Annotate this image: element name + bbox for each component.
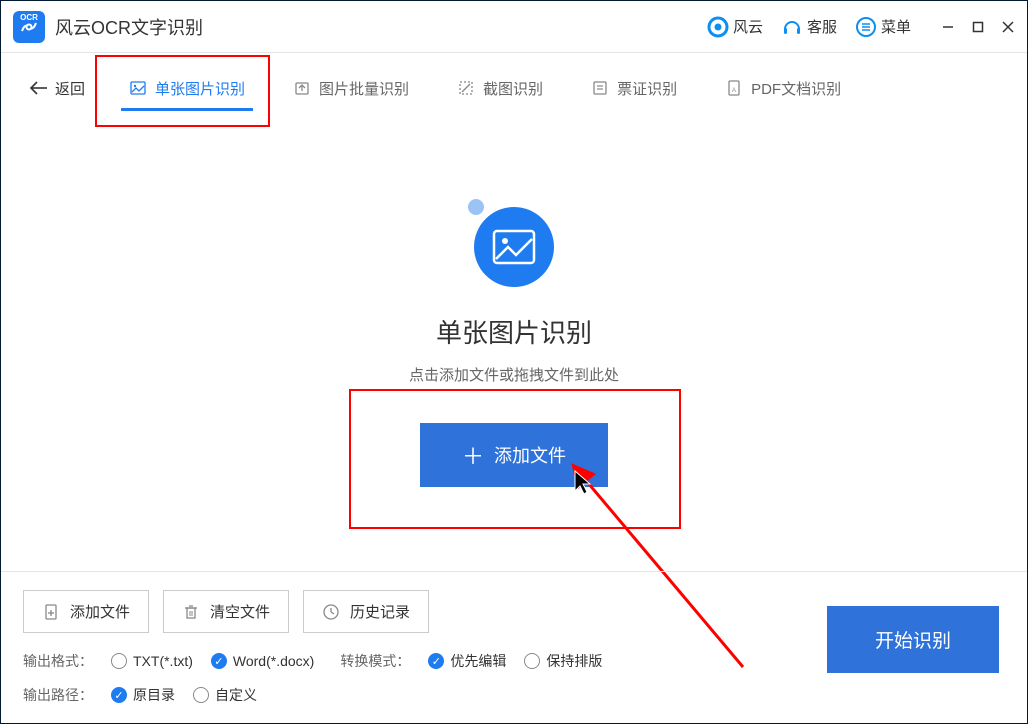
radio-word[interactable]: Word(*.docx) (211, 653, 314, 669)
image-icon (129, 79, 147, 97)
fengyun-button[interactable]: 风云 (707, 16, 763, 38)
tab-batch-image[interactable]: 图片批量识别 (289, 60, 413, 117)
history-button[interactable]: 历史记录 (303, 590, 429, 633)
minimize-button[interactable] (941, 20, 955, 34)
support-button[interactable]: 客服 (781, 16, 837, 38)
main-title: 单张图片识别 (436, 313, 592, 350)
headset-icon (781, 16, 803, 38)
pdf-icon: A (725, 79, 743, 97)
back-button[interactable]: 返回 (29, 78, 85, 99)
tab-screenshot[interactable]: 截图识别 (453, 60, 547, 117)
app-logo: OCR (13, 11, 45, 43)
output-path-label: 输出路径： (23, 685, 93, 705)
plus-icon: ＋ (462, 439, 484, 471)
convert-mode-label: 转换模式： (340, 651, 410, 671)
clear-button[interactable]: 清空文件 (163, 590, 289, 633)
ticket-icon (591, 79, 609, 97)
output-format-label: 输出格式： (23, 651, 93, 671)
main-subtitle: 点击添加文件或拖拽文件到此处 (409, 364, 619, 385)
cursor-icon (573, 469, 593, 495)
trash-icon (182, 603, 200, 621)
maximize-button[interactable] (971, 20, 985, 34)
add-file-button[interactable]: 添加文件 (23, 590, 149, 633)
radio-txt[interactable]: TXT(*.txt) (111, 653, 193, 669)
titlebar: OCR 风云OCR文字识别 风云 客服 菜单 (1, 1, 1027, 53)
image-placeholder-icon (474, 207, 554, 287)
main-drop-area[interactable]: 单张图片识别 点击添加文件或拖拽文件到此处 ＋ 添加文件 (1, 123, 1027, 571)
tab-ticket[interactable]: 票证识别 (587, 60, 681, 117)
tabbar: 返回 单张图片识别 图片批量识别 截图识别 票证识别 A PDF文档识别 (1, 53, 1027, 123)
tab-pdf[interactable]: A PDF文档识别 (721, 60, 845, 117)
svg-text:A: A (732, 88, 736, 94)
file-plus-icon (42, 603, 60, 621)
upload-icon (293, 79, 311, 97)
radio-custom-dir[interactable]: 自定义 (193, 685, 257, 705)
start-button[interactable]: 开始识别 (827, 606, 999, 673)
tab-single-image[interactable]: 单张图片识别 (125, 60, 249, 117)
app-title: 风云OCR文字识别 (55, 14, 707, 40)
radio-keep-layout[interactable]: 保持排版 (524, 651, 602, 671)
close-button[interactable] (1001, 20, 1015, 34)
back-icon (29, 81, 49, 95)
crop-icon (457, 79, 475, 97)
menu-button[interactable]: 菜单 (855, 16, 911, 38)
menu-icon (855, 16, 877, 38)
radio-edit-first[interactable]: 优先编辑 (428, 651, 506, 671)
footer: 添加文件 清空文件 历史记录 输出格式： TXT(*.txt) Word(*.d… (1, 571, 1027, 719)
target-icon (707, 16, 729, 38)
radio-original-dir[interactable]: 原目录 (111, 685, 175, 705)
clock-icon (322, 603, 340, 621)
